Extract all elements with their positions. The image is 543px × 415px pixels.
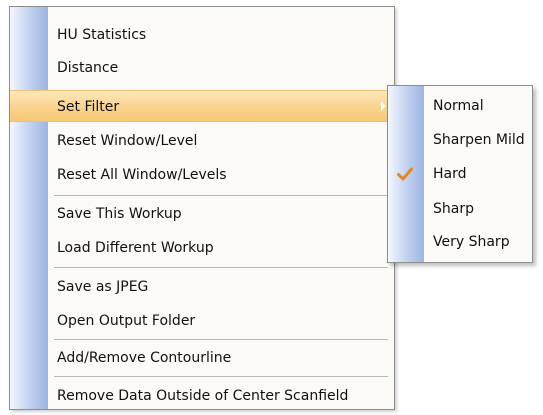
menu-item-hu-statistics[interactable]: HU Statistics: [10, 19, 394, 51]
menu-item-add-remove-contourline[interactable]: Add/Remove Contourline: [10, 342, 394, 374]
menu-item-reset-window-level[interactable]: Reset Window/Level: [10, 125, 394, 157]
menu-item-distance[interactable]: Distance: [10, 52, 394, 84]
menu-item-set-filter[interactable]: Set Filter: [10, 90, 394, 122]
menu-item-label: Reset All Window/Levels: [57, 167, 227, 183]
menu-item-label: Remove Data Outside of Center Scanfield: [57, 388, 349, 404]
menu-item-label: Add/Remove Contourline: [57, 350, 232, 366]
menu-item-label: Open Output Folder: [57, 313, 196, 329]
menu-separator: [54, 339, 388, 340]
filter-option-sharp[interactable]: Sharp: [388, 192, 532, 226]
menu-item-remove-data-outside-center-scanfield[interactable]: Remove Data Outside of Center Scanfield: [10, 380, 394, 412]
menu-item-label: Save as JPEG: [57, 279, 149, 295]
menu-separator: [54, 376, 388, 377]
menu-item-save-this-workup[interactable]: Save This Workup: [10, 198, 394, 230]
filter-option-very-sharp[interactable]: Very Sharp: [388, 225, 532, 259]
menu-item-open-output-folder[interactable]: Open Output Folder: [10, 305, 394, 337]
filter-submenu: Normal Sharpen Mild Hard Sharp Very Shar…: [387, 85, 533, 263]
filter-option-label: Hard: [433, 166, 467, 182]
menu-item-label: Reset Window/Level: [57, 133, 198, 149]
menu-item-load-different-workup[interactable]: Load Different Workup: [10, 232, 394, 264]
menu-item-save-as-jpeg[interactable]: Save as JPEG: [10, 271, 394, 303]
filter-option-label: Very Sharp: [433, 234, 510, 250]
menu-separator: [54, 267, 388, 268]
filter-option-label: Normal: [433, 98, 484, 114]
menu-item-label: Save This Workup: [57, 206, 182, 222]
menu-item-label: HU Statistics: [57, 27, 147, 43]
menu-item-label: Load Different Workup: [57, 240, 214, 256]
context-menu: HU Statistics Distance Set Filter Reset …: [9, 6, 395, 410]
filter-option-hard[interactable]: Hard: [388, 157, 532, 191]
menu-item-label: Set Filter: [57, 99, 120, 115]
check-icon: [397, 167, 413, 181]
menu-item-reset-all-window-levels[interactable]: Reset All Window/Levels: [10, 159, 394, 191]
filter-option-label: Sharp: [433, 201, 474, 217]
menu-item-label: Distance: [57, 60, 119, 76]
submenu-arrow-icon: [381, 101, 386, 111]
filter-option-sharpen-mild[interactable]: Sharpen Mild: [388, 123, 532, 157]
menu-separator: [54, 195, 388, 196]
filter-option-normal[interactable]: Normal: [388, 89, 532, 123]
filter-option-label: Sharpen Mild: [433, 132, 525, 148]
